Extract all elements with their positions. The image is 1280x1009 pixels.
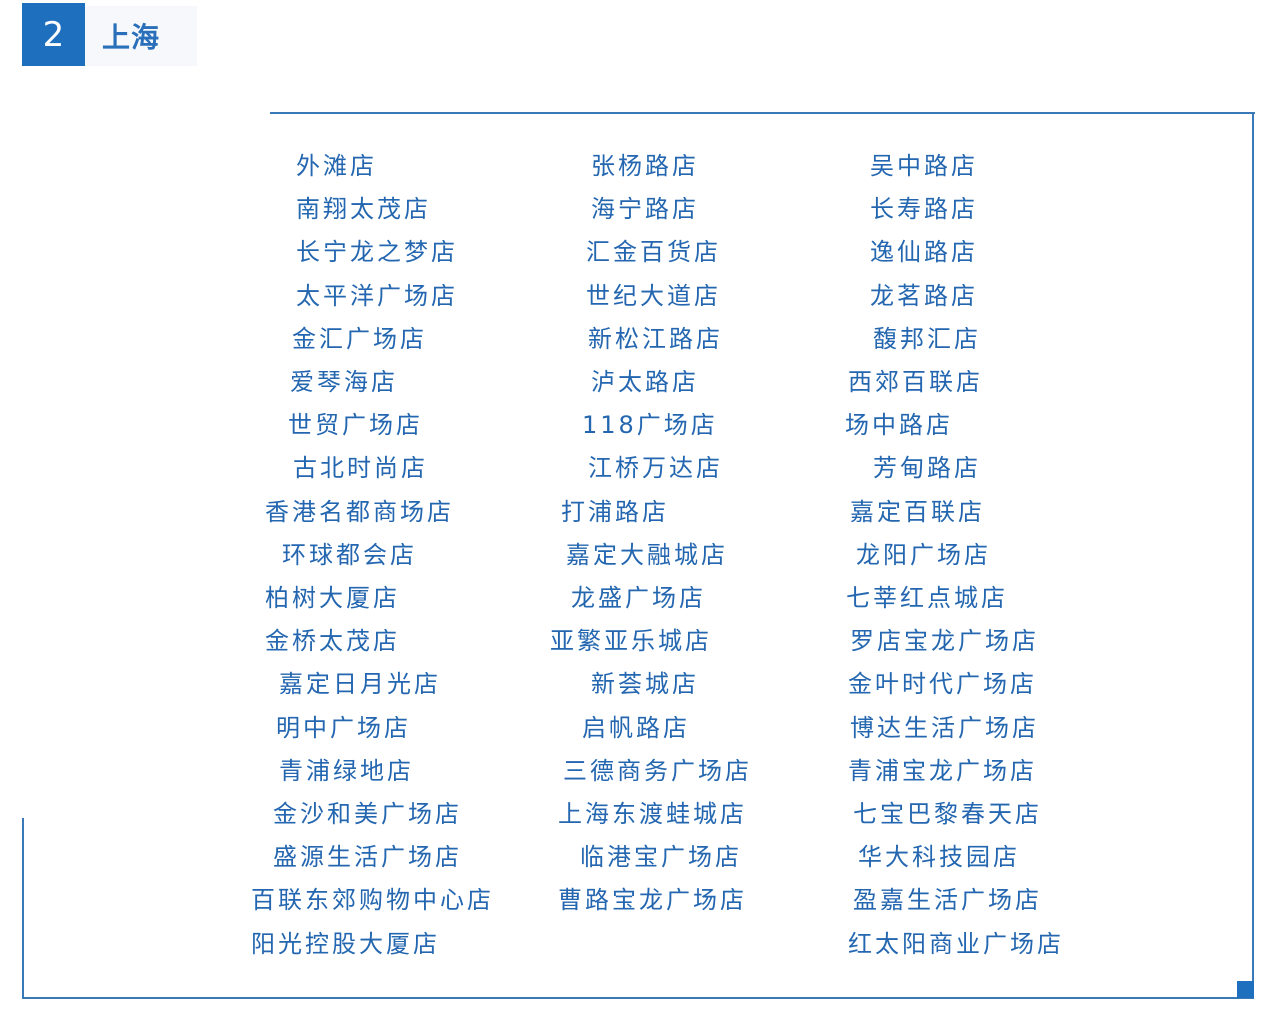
store-name: 金汇广场店 [292,324,427,353]
store-name: 龙阳广场店 [856,540,991,569]
store-name: 龙盛广场店 [571,584,706,612]
store-name: 龙茗路店 [870,281,978,310]
store-name: 打浦路店 [561,497,669,526]
frame-border-right [1252,112,1254,999]
store-name: 泸太路店 [591,368,699,396]
store-name: 新荟城店 [591,670,699,699]
store-name: 金叶时代广场店 [848,670,1037,699]
store-name: 百联东郊购物中心店 [251,886,494,915]
frame-border-bottom [22,997,1254,999]
corner-decoration [1237,981,1254,998]
store-name: 柏树大厦店 [265,584,400,612]
store-name: 西郊百联店 [848,368,983,396]
section-number: 2 [22,3,85,66]
store-name: 张杨路店 [591,152,699,180]
store-name: 华大科技园店 [858,843,1020,872]
store-name: 金沙和美广场店 [273,800,462,828]
store-name: 逸仙路店 [870,238,978,267]
store-name: 爱琴海店 [290,368,398,396]
store-name: 嘉定百联店 [850,497,985,526]
store-name: 南翔太茂店 [296,195,431,224]
store-name: 盈嘉生活广场店 [853,886,1042,915]
store-name: 古北时尚店 [293,454,428,483]
store-name: 三德商务广场店 [563,756,752,785]
store-name: 明中广场店 [276,713,411,742]
store-name: 罗店宝龙广场店 [850,627,1039,656]
store-name: 临港宝广场店 [580,843,742,872]
frame-border-top [270,112,1255,114]
store-name: 青浦宝龙广场店 [848,756,1037,785]
section-title: 上海 [85,6,197,66]
store-name: 江桥万达店 [588,454,723,483]
store-name: 博达生活广场店 [850,713,1039,742]
frame-border-left [22,818,24,999]
store-name: 118广场店 [582,411,718,440]
section-header: 2 上海 [22,3,197,66]
store-name: 嘉定大融城店 [566,540,728,569]
store-name: 嘉定日月光店 [279,670,441,699]
store-name: 汇金百货店 [586,238,721,267]
store-name: 七宝巴黎春天店 [853,800,1042,828]
store-name: 世纪大道店 [586,281,721,310]
store-name: 红太阳商业广场店 [848,929,1064,958]
store-name: 环球都会店 [282,540,417,569]
store-name: 新松江路店 [588,324,723,353]
store-name: 吴中路店 [870,152,978,180]
store-name: 长寿路店 [870,195,978,224]
store-name: 金桥太茂店 [265,627,400,656]
store-name: 长宁龙之梦店 [296,238,458,267]
store-name: 上海东渡蛙城店 [558,800,747,828]
store-name: 海宁路店 [591,195,699,224]
store-name: 香港名都商场店 [265,497,454,526]
store-name: 太平洋广场店 [296,281,458,310]
store-name: 启帆路店 [582,713,690,742]
store-name: 曹路宝龙广场店 [558,886,747,915]
store-name: 青浦绿地店 [279,756,414,785]
store-name: 外滩店 [296,152,377,180]
store-name: 盛源生活广场店 [273,843,462,872]
store-name: 芳甸路店 [873,454,981,483]
store-name: 七莘红点城店 [846,584,1008,612]
store-name: 馥邦汇店 [873,324,981,353]
store-name: 世贸广场店 [288,411,423,440]
store-name: 亚繁亚乐城店 [550,627,712,656]
store-name: 阳光控股大厦店 [251,929,440,958]
store-name: 场中路店 [845,411,953,440]
